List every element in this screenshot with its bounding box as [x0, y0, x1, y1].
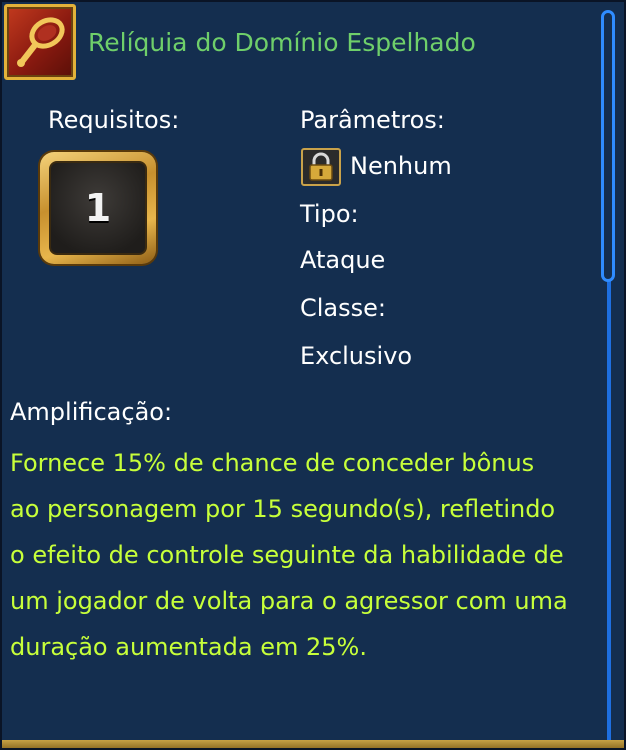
type-value: Ataque [300, 246, 386, 274]
lock-icon [301, 148, 341, 186]
level-requirement-value: 1 [49, 161, 147, 255]
amplification-label: Amplificação: [10, 398, 173, 426]
type-label: Tipo: [300, 200, 359, 228]
tooltip-scrollbar[interactable] [600, 6, 618, 748]
requirements-label: Requisitos: [48, 106, 180, 134]
level-requirement-badge: 1 [40, 152, 156, 264]
parameters-label: Parâmetros: [300, 106, 445, 134]
parameters-value: Nenhum [350, 152, 452, 180]
scrollbar-thumb[interactable] [601, 10, 615, 282]
class-value: Exclusivo [300, 342, 413, 370]
class-label: Classe: [300, 294, 386, 322]
amplification-description: Fornece 15% de chance de conceder bônus … [10, 449, 568, 661]
item-tooltip-panel: Relíquia do Domínio Espelhado Requisitos… [0, 0, 626, 750]
mirror-relic-icon [4, 4, 76, 80]
bottom-frame-bar [2, 740, 624, 748]
item-title: Relíquia do Domínio Espelhado [88, 28, 476, 57]
